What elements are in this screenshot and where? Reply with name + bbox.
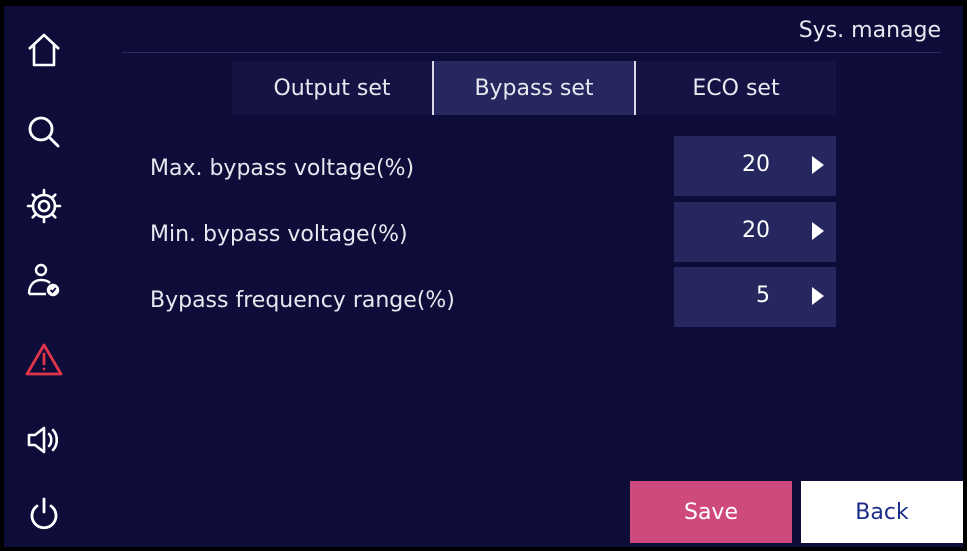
back-button[interactable]: Back [801,481,963,543]
save-button[interactable]: Save [630,481,792,543]
min-bypass-voltage-label: Min. bypass voltage(%) [150,222,408,247]
search-icon[interactable] [20,108,68,156]
user-check-icon[interactable] [20,256,68,304]
max-bypass-voltage-field[interactable]: 20 [674,136,836,196]
bypass-frequency-range-label: Bypass frequency range(%) [150,288,455,313]
tab-eco-set[interactable]: ECO set [636,61,836,115]
max-bypass-voltage-value: 20 [742,152,770,177]
tab-bypass-set[interactable]: Bypass set [432,61,636,115]
min-bypass-voltage-field[interactable]: 20 [674,202,836,262]
tab-output-set[interactable]: Output set [232,61,432,115]
bypass-frequency-range-field[interactable]: 5 [674,267,836,327]
screen: Sys. manage Output set Bypass set ECO se… [0,0,967,551]
power-icon[interactable] [20,490,68,538]
sidebar [4,6,98,547]
title-divider [122,52,941,53]
gear-icon[interactable] [20,182,68,230]
bypass-frequency-range-value: 5 [756,283,770,308]
play-arrow-icon[interactable] [812,287,824,305]
page-title: Sys. manage [798,18,941,43]
home-icon[interactable] [20,26,68,74]
min-bypass-voltage-value: 20 [742,218,770,243]
alarm-warning-icon[interactable] [20,336,68,384]
play-arrow-icon[interactable] [812,222,824,240]
tab-bar: Output set Bypass set ECO set [232,61,836,115]
play-arrow-icon[interactable] [812,156,824,174]
speaker-icon[interactable] [20,416,68,464]
max-bypass-voltage-label: Max. bypass voltage(%) [150,156,415,181]
